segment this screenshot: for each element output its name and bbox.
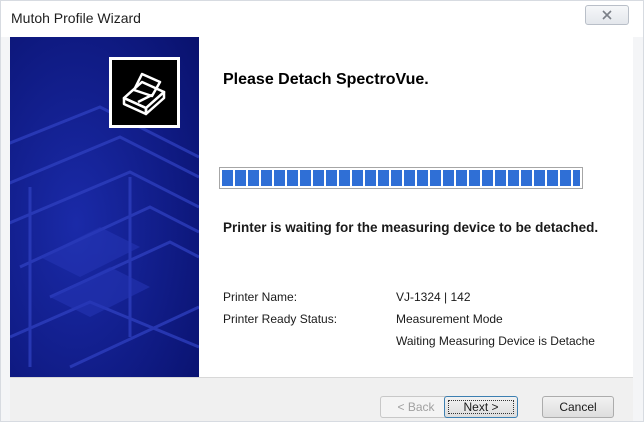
status-message: Printer is waiting for the measuring dev… [223,220,599,235]
back-button[interactable]: < Back [380,396,452,418]
close-button[interactable] [585,5,629,25]
progress-bar [219,167,583,189]
wizard-content: Please Detach SpectroVue. Printer is wai… [199,37,633,377]
ready-status-detail: Waiting Measuring Device is Detache [396,334,595,348]
window-frame-right [633,37,643,421]
cancel-button[interactable]: Cancel [542,396,614,418]
window-frame-left [1,37,10,421]
button-bar: < Back Next > Cancel [10,377,633,421]
printer-name-value: VJ-1324 | 142 [396,290,471,304]
next-button-label: Next > [463,400,499,414]
wizard-banner [10,37,199,377]
printer-name-label: Printer Name: [223,290,298,304]
wizard-window: Mutoh Profile Wizard Please Detach Spect… [0,0,644,422]
printer-icon [109,57,180,128]
ready-status-value: Measurement Mode [396,312,503,326]
title-bar: Mutoh Profile Wizard [1,1,643,37]
next-button[interactable]: Next > [444,396,518,418]
ready-status-label: Printer Ready Status: [223,312,338,326]
page-title: Please Detach SpectroVue. [223,71,429,88]
close-icon [602,10,612,20]
window-title: Mutoh Profile Wizard [11,10,141,26]
progress-fill [222,170,580,186]
